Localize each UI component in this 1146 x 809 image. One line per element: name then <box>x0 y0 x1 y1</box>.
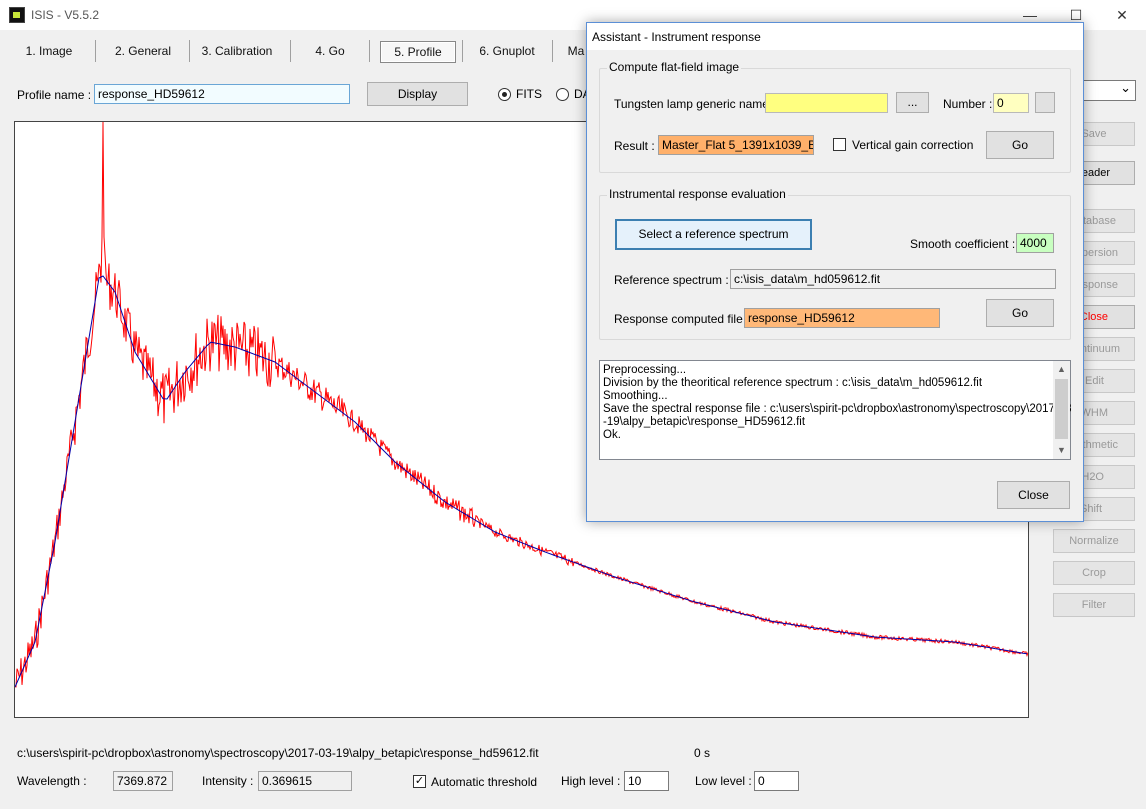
elapsed-time-text: 0 s <box>694 746 711 760</box>
number-spin-button[interactable] <box>1035 92 1055 113</box>
flat-field-group: Compute flat-field image Tungsten lamp g… <box>599 60 1071 173</box>
profile-name-input[interactable]: response_HD59612 <box>94 84 350 104</box>
flat-field-group-title: Compute flat-field image <box>607 60 742 74</box>
wavelength-field: 7369.872 <box>113 771 173 791</box>
auto-threshold-label: Automatic threshold <box>431 775 538 789</box>
tab-go[interactable]: 4. Go <box>305 41 355 63</box>
browse-button[interactable]: ... <box>896 92 929 113</box>
smooth-coefficient-label: Smooth coefficient : <box>910 237 1016 251</box>
tab-image[interactable]: 1. Image <box>20 41 78 63</box>
close-window-icon[interactable]: ✕ <box>1112 5 1132 25</box>
tungsten-input[interactable] <box>765 93 888 113</box>
tab-separator <box>369 40 370 62</box>
display-button[interactable]: Display <box>367 82 468 106</box>
response-file-input[interactable]: response_HD59612 <box>744 308 940 328</box>
instrumental-response-group: Instrumental response evaluation Select … <box>599 187 1071 340</box>
dialog-title-bar: Assistant - Instrument response <box>587 23 1083 50</box>
number-input[interactable]: 0 <box>993 93 1029 113</box>
vertical-gain-label: Vertical gain correction <box>852 138 974 152</box>
fits-radio[interactable] <box>498 88 511 101</box>
window-title: ISIS - V5.5.2 <box>31 8 100 22</box>
instrumental-response-group-title: Instrumental response evaluation <box>607 187 788 201</box>
tab-separator <box>552 40 553 62</box>
dialog-close-button[interactable]: Close <box>997 481 1070 509</box>
wavelength-label: Wavelength : <box>17 774 87 788</box>
auto-threshold-checkbox[interactable]: ✓ <box>413 775 426 788</box>
log-line: Smoothing... <box>603 390 668 402</box>
result-label: Result : <box>614 139 655 153</box>
tab-more[interactable]: Ma <box>566 41 586 63</box>
low-level-label: Low level : <box>695 774 752 788</box>
tab-profile[interactable]: 5. Profile <box>380 41 456 63</box>
normalize-button[interactable]: Normalize <box>1053 529 1135 553</box>
right-dropdown[interactable]: ⌄ <box>1080 80 1136 101</box>
crop-button[interactable]: Crop <box>1053 561 1135 585</box>
log-line: Ok. <box>603 429 621 441</box>
vertical-gain-checkbox[interactable] <box>833 138 846 151</box>
tab-separator <box>95 40 96 62</box>
flat-go-button[interactable]: Go <box>986 131 1054 159</box>
reference-spectrum-field: c:\isis_data\m_hd059612.fit <box>730 269 1056 289</box>
tab-separator <box>189 40 190 62</box>
response-file-label: Response computed file : <box>614 312 750 326</box>
tab-separator <box>462 40 463 62</box>
tab-general[interactable]: 2. General <box>110 41 176 63</box>
reference-spectrum-label: Reference spectrum : <box>614 273 729 287</box>
tab-calibration[interactable]: 3. Calibration <box>200 41 274 63</box>
response-go-button[interactable]: Go <box>986 299 1054 327</box>
smooth-coefficient-input[interactable]: 4000 <box>1016 233 1054 253</box>
number-label: Number : <box>943 97 993 111</box>
chevron-down-icon: ⌄ <box>1120 80 1131 95</box>
scroll-down-icon[interactable]: ▼ <box>1053 442 1070 459</box>
log-output[interactable]: Preprocessing... Division by the theorit… <box>599 360 1072 460</box>
result-field[interactable]: Master_Flat 5_1391x1039_Bin1 <box>658 135 814 155</box>
filter-button[interactable]: Filter <box>1053 593 1135 617</box>
low-level-input[interactable]: 0 <box>754 771 799 791</box>
fits-radio-label: FITS <box>516 87 542 101</box>
high-level-input[interactable]: 10 <box>624 771 669 791</box>
log-line: Division by the theoritical reference sp… <box>603 377 983 389</box>
intensity-label: Intensity : <box>202 774 254 788</box>
file-path-text: c:\users\spirit-pc\dropbox\astronomy\spe… <box>17 746 539 760</box>
tab-gnuplot[interactable]: 6. Gnuplot <box>475 41 539 63</box>
app-logo-icon <box>9 7 25 23</box>
profile-name-label: Profile name : <box>17 88 92 102</box>
log-scrollbar[interactable]: ▲ ▼ <box>1053 361 1070 459</box>
instrument-response-dialog: Assistant - Instrument response Compute … <box>586 22 1084 522</box>
scroll-up-icon[interactable]: ▲ <box>1053 361 1070 378</box>
log-line: Preprocessing... <box>603 364 687 376</box>
log-line: Save the spectral response file : c:\use… <box>603 403 1072 415</box>
scroll-thumb[interactable] <box>1055 379 1068 439</box>
select-reference-button[interactable]: Select a reference spectrum <box>615 219 812 250</box>
log-line: -19\alpy_betapic\response_HD59612.fit <box>603 416 806 428</box>
tungsten-label: Tungsten lamp generic name : <box>614 97 776 111</box>
intensity-field: 0.369615 <box>258 771 352 791</box>
dialog-title: Assistant - Instrument response <box>592 30 761 44</box>
dat-radio[interactable] <box>556 88 569 101</box>
high-level-label: High level : <box>561 774 621 788</box>
tab-separator <box>290 40 291 62</box>
